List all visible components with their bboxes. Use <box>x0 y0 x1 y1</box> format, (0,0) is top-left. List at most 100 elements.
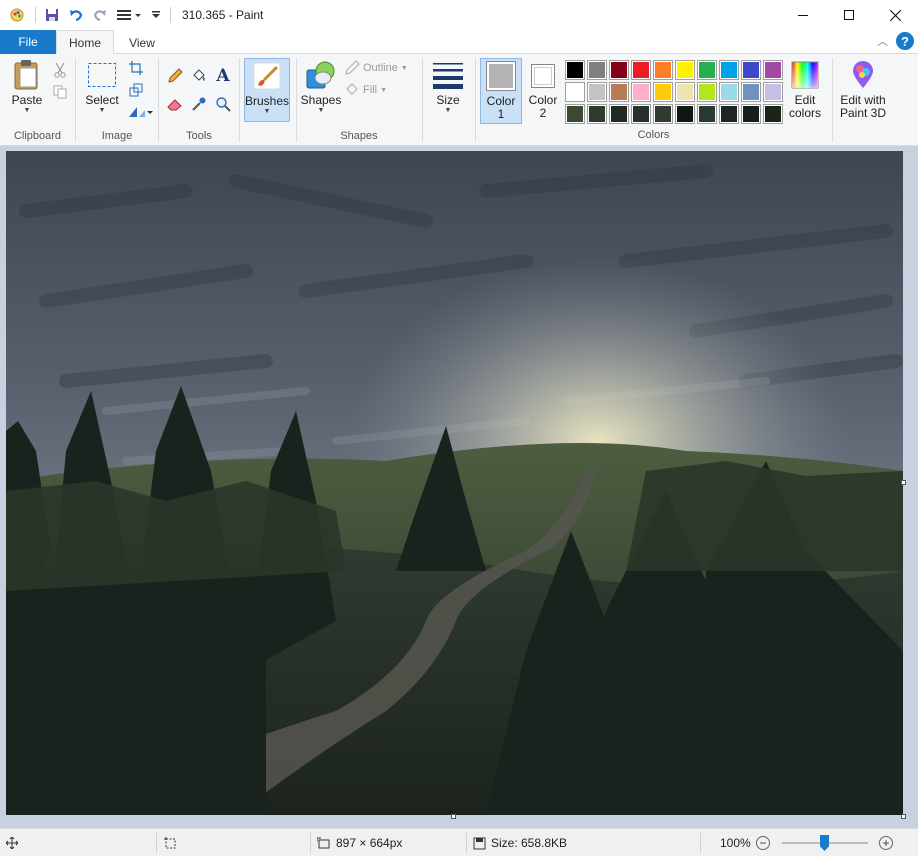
palette-swatch[interactable] <box>763 104 783 124</box>
shapes-button[interactable]: Shapes ▼ <box>301 58 341 115</box>
paste-label: Paste <box>11 93 43 107</box>
edit-colors-button[interactable]: Edit colors <box>785 58 825 120</box>
palette-swatch[interactable] <box>631 60 651 80</box>
palette-swatch-color <box>677 62 693 78</box>
palette-swatch[interactable] <box>697 60 717 80</box>
palette-swatch[interactable] <box>763 82 783 102</box>
canvas-workspace[interactable] <box>0 146 918 828</box>
palette-swatch-color <box>633 62 649 78</box>
edit-with-paint3d-button[interactable]: Edit with Paint 3D <box>836 58 890 120</box>
close-button[interactable] <box>872 0 918 30</box>
palette-swatch[interactable] <box>609 60 629 80</box>
palette-swatch[interactable] <box>587 82 607 102</box>
maximize-button[interactable] <box>826 0 872 30</box>
shapes-group-label: Shapes <box>340 130 378 142</box>
file-size: Size: 658.8KB <box>473 829 567 856</box>
qat-dropdown-icon[interactable] <box>149 4 163 26</box>
undo-icon[interactable] <box>65 4 87 26</box>
brushes-label: Brushes <box>244 94 290 108</box>
palette-swatch[interactable] <box>675 104 695 124</box>
palette-swatch[interactable] <box>719 82 739 102</box>
color-picker-icon[interactable] <box>189 94 209 114</box>
brushes-button[interactable]: Brushes ▼ <box>244 58 290 122</box>
select-button[interactable]: Select ▼ <box>81 58 123 115</box>
size-button[interactable]: Size ▼ <box>426 58 470 115</box>
paste-button[interactable]: Paste ▼ <box>6 58 48 115</box>
tab-home[interactable]: Home <box>56 30 114 55</box>
palette-swatch-color <box>765 106 781 122</box>
tab-view[interactable]: View <box>116 30 168 55</box>
palette-swatch[interactable] <box>675 82 695 102</box>
palette-swatch[interactable] <box>587 104 607 124</box>
fill-label: Fill <box>363 84 378 96</box>
eraser-icon[interactable] <box>165 94 185 114</box>
palette-swatch[interactable] <box>653 60 673 80</box>
palette-swatch[interactable] <box>741 82 761 102</box>
palette-swatch[interactable] <box>741 60 761 80</box>
palette-swatch[interactable] <box>609 104 629 124</box>
palette-swatch[interactable] <box>565 104 585 124</box>
ribbon: Paste ▼ Clipboard Select ▼ Image A Tools… <box>0 54 918 146</box>
dimensions-text: 897 × 664px <box>336 836 403 850</box>
pencil-icon[interactable] <box>165 66 185 86</box>
resize-icon[interactable] <box>126 80 146 100</box>
palette-swatch[interactable] <box>565 82 585 102</box>
palette-swatch[interactable] <box>653 104 673 124</box>
disk-icon <box>473 837 486 849</box>
zoom-in-button[interactable]: + <box>879 836 893 850</box>
rotate-icon[interactable] <box>126 102 154 122</box>
redo-icon[interactable] <box>89 4 111 26</box>
palette-swatch[interactable] <box>719 104 739 124</box>
palette-swatch[interactable] <box>653 82 673 102</box>
palette-swatch-color <box>611 84 627 100</box>
palette-swatch[interactable] <box>741 104 761 124</box>
palette-swatch[interactable] <box>697 104 717 124</box>
palette-swatch-color <box>589 62 605 78</box>
clipboard-group-label: Clipboard <box>13 130 62 142</box>
palette-swatch-color <box>611 106 627 122</box>
group-divider <box>832 58 833 142</box>
quick-access-toolbar <box>0 0 176 30</box>
palette-swatch[interactable] <box>587 60 607 80</box>
palette-swatch[interactable] <box>631 104 651 124</box>
resize-handle-corner[interactable] <box>901 814 906 819</box>
palette-swatch[interactable] <box>609 82 629 102</box>
magnifier-icon[interactable] <box>213 94 233 114</box>
palette-swatch[interactable] <box>719 60 739 80</box>
palette-swatch[interactable] <box>763 60 783 80</box>
window-controls <box>780 0 918 30</box>
minimize-button[interactable] <box>780 0 826 30</box>
color1-button[interactable]: Color 1 <box>480 58 522 124</box>
palette-swatch[interactable] <box>675 60 695 80</box>
collapse-ribbon-icon[interactable]: ︿ <box>877 33 888 49</box>
dimensions-icon <box>317 837 330 848</box>
save-icon[interactable] <box>41 4 63 26</box>
group-divider <box>239 58 240 142</box>
clipboard-group: Paste ▼ Clipboard <box>0 54 75 146</box>
text-icon[interactable]: A <box>213 66 233 86</box>
fill-button[interactable]: Fill ▼ <box>344 82 387 98</box>
color1-number: 1 <box>497 107 505 121</box>
fill-bucket-icon[interactable] <box>189 66 209 86</box>
cut-icon[interactable] <box>50 60 70 80</box>
outline-dropdown-icon: ▼ <box>400 64 408 72</box>
palette-swatch[interactable] <box>697 82 717 102</box>
zoom-slider-thumb[interactable] <box>820 835 829 851</box>
tab-file[interactable]: File <box>0 30 56 54</box>
paint-app-icon[interactable] <box>6 4 28 26</box>
customize-qat-icon[interactable] <box>113 4 147 26</box>
fill-dropdown-icon: ▼ <box>380 86 387 94</box>
drawing-canvas[interactable] <box>6 151 903 815</box>
zoom-out-button[interactable]: − <box>756 836 770 850</box>
outline-button[interactable]: Outline ▼ <box>344 60 408 76</box>
palette-swatch-color <box>655 106 671 122</box>
help-icon[interactable]: ? <box>896 32 914 50</box>
resize-handle-bottom[interactable] <box>451 814 456 819</box>
color2-button[interactable]: Color 2 <box>524 58 562 120</box>
copy-icon[interactable] <box>50 82 70 102</box>
resize-handle-right[interactable] <box>901 480 906 485</box>
palette-swatch[interactable] <box>565 60 585 80</box>
paste-dropdown-icon: ▼ <box>23 107 31 114</box>
palette-swatch[interactable] <box>631 82 651 102</box>
crop-icon[interactable] <box>126 58 146 78</box>
